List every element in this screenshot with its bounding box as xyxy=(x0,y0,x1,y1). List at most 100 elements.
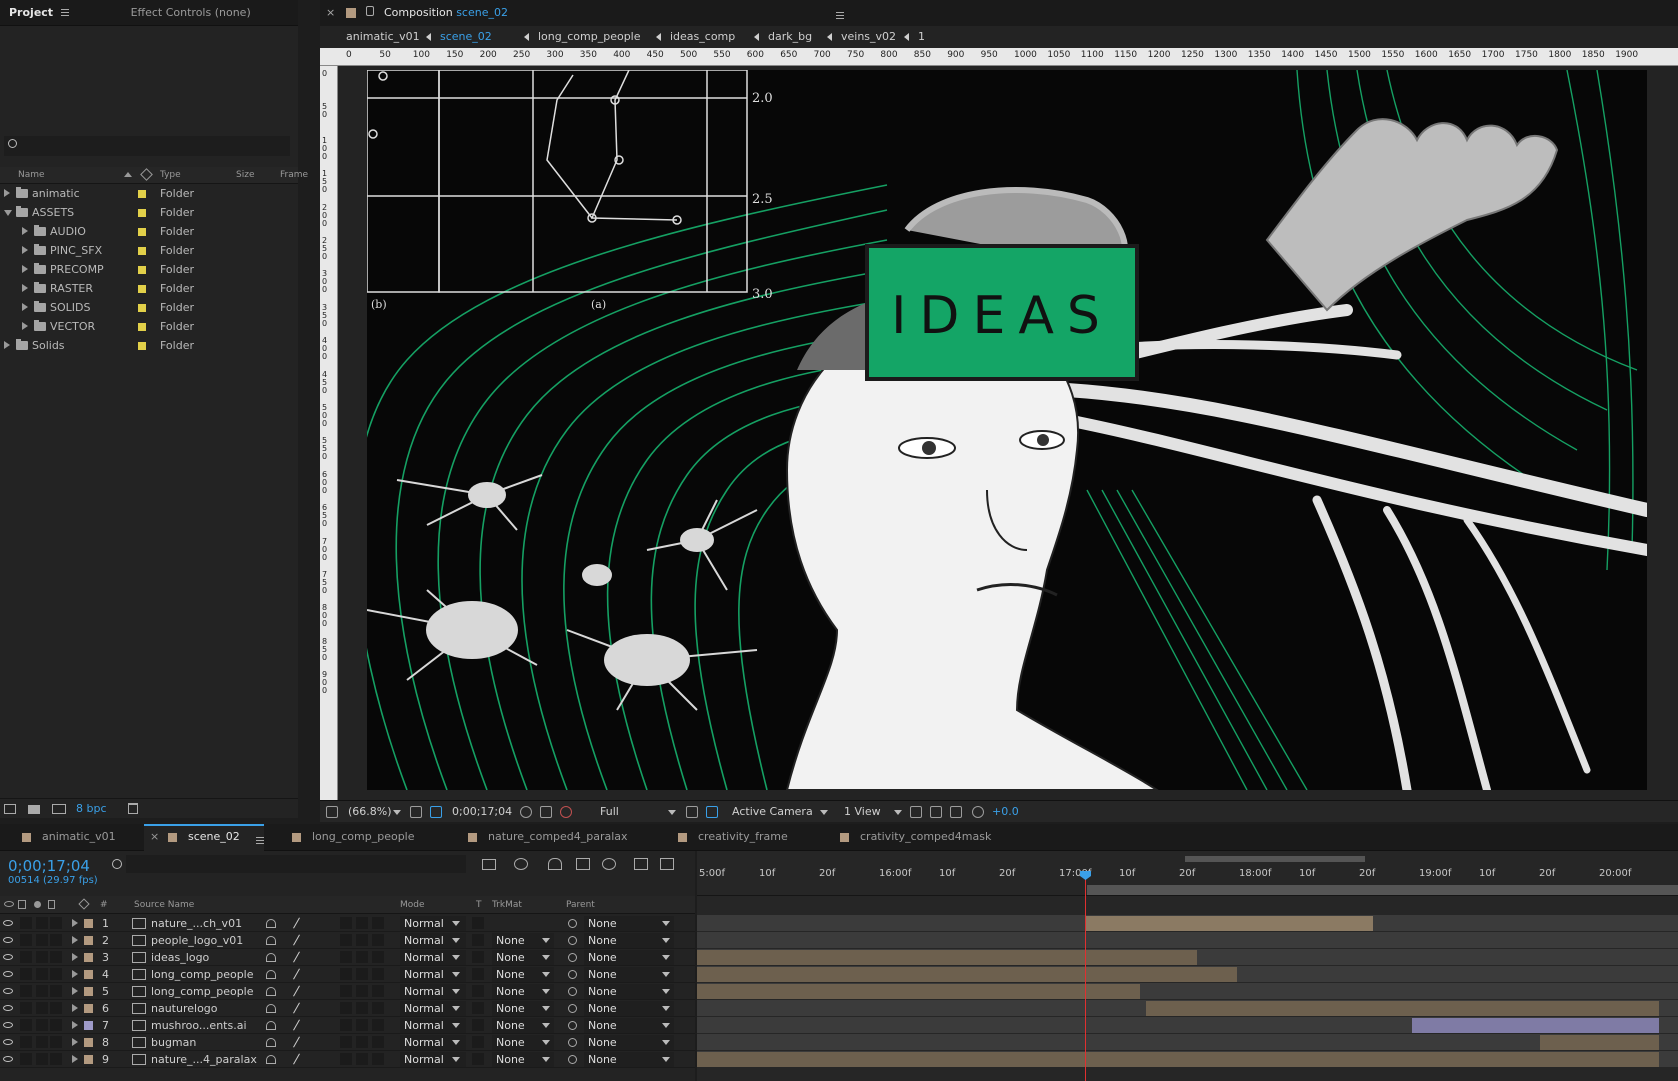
project-item-solids[interactable]: SOLIDS Folder xyxy=(0,298,298,317)
shy-switch-icon[interactable] xyxy=(266,919,276,928)
graph-editor-icon[interactable] xyxy=(634,858,648,870)
chevron-right-icon[interactable] xyxy=(72,1038,78,1046)
parent-dropdown[interactable]: None xyxy=(584,984,674,999)
region-of-interest-icon[interactable] xyxy=(686,806,698,818)
layer-row[interactable]: 7 mushroo...ents.ai Normal None None xyxy=(0,1017,695,1034)
quality-switch-icon[interactable] xyxy=(293,968,300,980)
layer-label-swatch[interactable] xyxy=(84,1038,93,1047)
dropdown-arrow-icon[interactable] xyxy=(662,1006,670,1011)
switch-toggle[interactable] xyxy=(36,1019,48,1031)
eye-icon[interactable] xyxy=(3,1005,13,1011)
label-color-swatch[interactable] xyxy=(138,266,146,274)
layer-duration-bar[interactable] xyxy=(697,984,1141,999)
layer-label-swatch[interactable] xyxy=(84,953,93,962)
layer-source-name[interactable]: nature_...4_paralax xyxy=(151,1051,257,1068)
dropdown-arrow-icon[interactable] xyxy=(542,1040,550,1045)
parent-dropdown[interactable]: None xyxy=(584,1018,674,1033)
chevron-right-icon[interactable] xyxy=(72,1055,78,1063)
zoom-dropdown[interactable]: (66.8%) xyxy=(348,805,392,818)
breadcrumb-long-comp-people[interactable]: long_comp_people xyxy=(538,30,641,43)
dropdown-arrow-icon[interactable] xyxy=(452,938,460,943)
switch-toggle[interactable] xyxy=(20,1002,32,1014)
chevron-right-icon[interactable] xyxy=(72,1004,78,1012)
parent-pickwhip-icon[interactable] xyxy=(568,1055,577,1064)
project-item-assets[interactable]: ASSETS Folder xyxy=(0,203,298,222)
switch-toggle[interactable] xyxy=(20,1036,32,1048)
panel-menu-icon[interactable] xyxy=(61,9,70,16)
preserve-transparency-toggle[interactable] xyxy=(472,1019,484,1031)
shy-layers-icon[interactable] xyxy=(548,858,562,870)
safe-zones-icon[interactable] xyxy=(410,806,422,818)
switch-toggle[interactable] xyxy=(36,985,48,997)
motion-blur-icon[interactable] xyxy=(602,858,616,870)
timeline-panel-menu-icon[interactable] xyxy=(256,837,264,844)
resolution-dropdown[interactable]: Full xyxy=(600,805,619,818)
eye-icon[interactable] xyxy=(3,1056,13,1062)
switch-toggle[interactable] xyxy=(36,934,48,946)
time-ruler[interactable]: 5:00f 10f 20f 16:00f 10f 20f 17:00f 10f 20f 18:00… xyxy=(697,851,1678,896)
layer-switch-box[interactable] xyxy=(340,1053,352,1065)
layer-row[interactable]: 1 nature_...ch_v01 Normal None xyxy=(0,915,695,932)
shy-switch-icon[interactable] xyxy=(266,987,276,996)
tab-effect-controls[interactable]: Effect Controls (none) xyxy=(122,0,260,25)
dropdown-arrow-icon[interactable] xyxy=(662,989,670,994)
timeline-tab-crativity-comped4mask[interactable]: crativity_comped4mask xyxy=(860,830,991,843)
close-icon[interactable]: × xyxy=(150,830,159,843)
eye-icon[interactable] xyxy=(3,971,13,977)
switch-toggle[interactable] xyxy=(36,1002,48,1014)
dropdown-arrow-icon[interactable] xyxy=(452,955,460,960)
quality-switch-icon[interactable] xyxy=(293,934,300,946)
dropdown-arrow-icon[interactable] xyxy=(452,1023,460,1028)
shy-switch-icon[interactable] xyxy=(266,936,276,945)
label-color-swatch[interactable] xyxy=(138,285,146,293)
dropdown-arrow-icon[interactable] xyxy=(662,1057,670,1062)
label-color-swatch[interactable] xyxy=(138,228,146,236)
quality-switch-icon[interactable] xyxy=(293,951,300,963)
bit-depth-button[interactable]: 8 bpc xyxy=(76,802,107,815)
switch-toggle[interactable] xyxy=(50,1002,62,1014)
layer-switch-box[interactable] xyxy=(340,1036,352,1048)
layer-source-name[interactable]: long_comp_people xyxy=(151,966,254,983)
layer-label-swatch[interactable] xyxy=(84,987,93,996)
dropdown-arrow-icon[interactable] xyxy=(452,1040,460,1045)
dropdown-arrow-icon[interactable] xyxy=(542,989,550,994)
eye-icon[interactable] xyxy=(3,1039,13,1045)
shy-switch-icon[interactable] xyxy=(266,1021,276,1030)
switch-toggle[interactable] xyxy=(36,1053,48,1065)
timeline-search-input[interactable] xyxy=(126,855,466,873)
switch-toggle[interactable] xyxy=(50,1036,62,1048)
parent-dropdown[interactable]: None xyxy=(584,916,674,931)
comp-tab-title[interactable]: Composition scene_02 xyxy=(384,6,508,19)
layer-switch-box[interactable] xyxy=(356,917,368,929)
switch-toggle[interactable] xyxy=(50,951,62,963)
toggle-pixel-aspect-icon[interactable] xyxy=(910,806,922,818)
layer-switch-box[interactable] xyxy=(340,985,352,997)
label-tag-icon[interactable] xyxy=(140,168,153,181)
dropdown-arrow-icon[interactable] xyxy=(542,938,550,943)
quality-switch-icon[interactable] xyxy=(293,1053,300,1065)
layer-duration-bar[interactable] xyxy=(1539,1035,1659,1050)
layer-switch-box[interactable] xyxy=(372,985,384,997)
col-mode[interactable]: Mode xyxy=(400,896,425,914)
switch-toggle[interactable] xyxy=(36,951,48,963)
project-item-pinc_sfx[interactable]: PINC_SFX Folder xyxy=(0,241,298,260)
layer-switch-box[interactable] xyxy=(356,934,368,946)
timeline-tab-animatic-v01[interactable]: animatic_v01 xyxy=(42,830,116,843)
timeline-tab-long-comp-people[interactable]: long_comp_people xyxy=(312,830,415,843)
layer-switch-box[interactable] xyxy=(340,1019,352,1031)
switch-toggle[interactable] xyxy=(20,917,32,929)
view-layout-dropdown[interactable]: 1 View xyxy=(844,805,881,818)
dropdown-arrow-icon[interactable] xyxy=(542,972,550,977)
dropdown-arrow-icon[interactable] xyxy=(542,1023,550,1028)
col-type[interactable]: Type xyxy=(160,167,181,184)
layer-switch-box[interactable] xyxy=(372,968,384,980)
timeline-tab-creativity-frame[interactable]: creativity_frame xyxy=(698,830,788,843)
parent-dropdown[interactable]: None xyxy=(584,1052,674,1067)
layer-source-name[interactable]: nauturelogo xyxy=(151,1000,218,1017)
mask-visibility-icon[interactable] xyxy=(430,806,442,818)
tab-project[interactable]: Project xyxy=(0,0,78,25)
transparency-grid-icon[interactable] xyxy=(706,806,718,818)
layer-switch-box[interactable] xyxy=(340,934,352,946)
layer-label-swatch[interactable] xyxy=(84,970,93,979)
col-parent[interactable]: Parent xyxy=(566,896,595,914)
